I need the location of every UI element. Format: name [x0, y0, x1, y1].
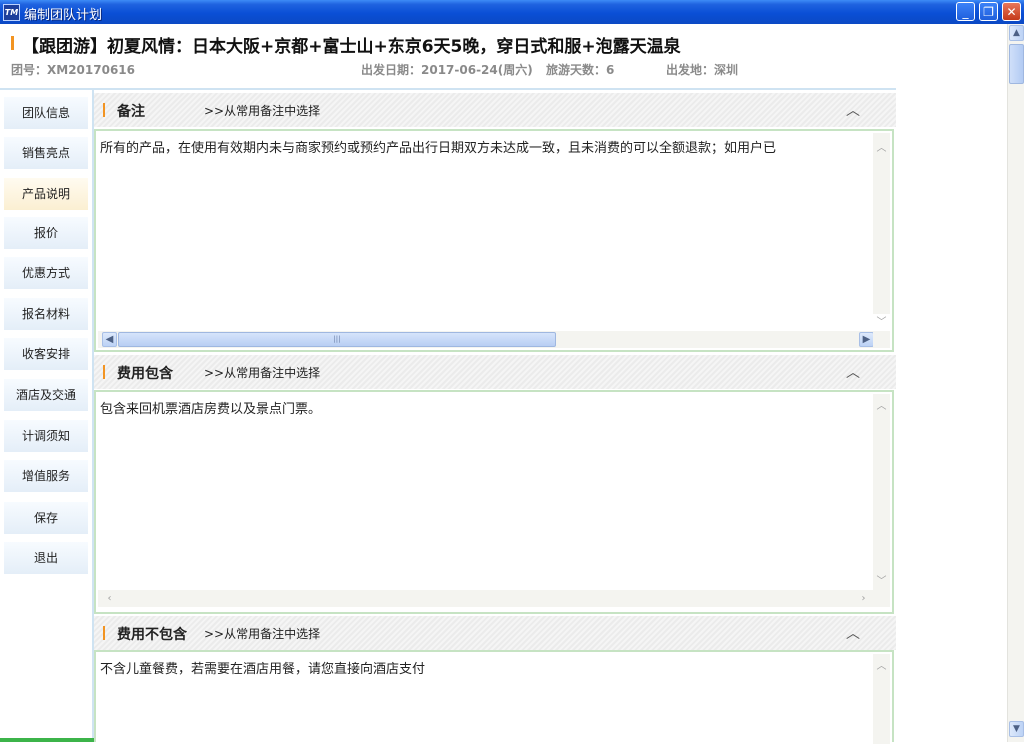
sidebar-item-signup-materials[interactable]: 报名材料 — [4, 298, 88, 330]
restore-button[interactable]: ❐ — [979, 2, 998, 21]
sidebar-nav: 团队信息 销售亮点 产品说明 报价 优惠方式 报名材料 收客安排 酒店及交通 计… — [0, 90, 92, 742]
choose-common-remark-link[interactable]: >>从常用备注中选择 — [204, 102, 320, 119]
section-accent-bar — [103, 626, 105, 640]
status-accent-bar — [0, 738, 94, 742]
textarea-vertical-scrollbar[interactable]: ︿ ﹀ — [873, 133, 890, 328]
scroll-down-icon[interactable]: ﹀ — [874, 574, 889, 589]
page-title: 【跟团游】初夏风情：日本大阪+京都+富士山+东京6天5晚，穿日式和服+泡露天温泉 — [22, 37, 681, 57]
scroll-down-icon[interactable]: ﹀ — [874, 315, 889, 330]
departure-date: 出发日期：2017-06-24(周六) — [361, 63, 533, 77]
section-header-remarks: 备注 >>从常用备注中选择 ︿ — [94, 93, 896, 127]
sidebar-item-customer-arrangement[interactable]: 收客安排 — [4, 338, 88, 370]
cost-included-textarea[interactable]: 包含来回机票酒店房费以及景点门票。 ︿ ﹀ ‹ › — [94, 390, 894, 614]
exit-button[interactable]: 退出 — [4, 542, 88, 574]
remarks-textarea[interactable]: 所有的产品，在使用有效期内未与商家预约或预约产品出行日期双方未达成一致，且未消费… — [94, 129, 894, 352]
departure-place: 出发地：深圳 — [666, 63, 739, 77]
scrollbar-thumb[interactable] — [1009, 44, 1024, 84]
scroll-up-icon[interactable]: ︿ — [874, 659, 889, 674]
scroll-left-icon[interactable]: ‹ — [102, 591, 117, 606]
sidebar-item-discount[interactable]: 优惠方式 — [4, 257, 88, 289]
plan-header: 【跟团游】初夏风情：日本大阪+京都+富士山+东京6天5晚，穿日式和服+泡露天温泉… — [0, 24, 1006, 90]
collapse-chevron-icon[interactable]: ︿ — [846, 623, 860, 643]
scrollbar-corner — [873, 331, 890, 348]
scroll-left-icon[interactable]: ◀ — [102, 332, 117, 347]
textarea-vertical-scrollbar[interactable]: ︿ — [873, 654, 890, 744]
section-header-cost-included: 费用包含 >>从常用备注中选择 ︿ — [94, 355, 896, 389]
sidebar-item-hotel-transport[interactable]: 酒店及交通 — [4, 379, 88, 411]
sidebar-item-team-info[interactable]: 团队信息 — [4, 97, 88, 129]
page-scrollbar[interactable]: ▲ ▼ — [1007, 24, 1024, 742]
scroll-up-icon[interactable]: ︿ — [874, 141, 889, 156]
collapse-chevron-icon[interactable]: ︿ — [846, 362, 860, 382]
section-title: 费用不包含 — [117, 627, 187, 643]
group-number: 团号：XM20170616 — [11, 63, 135, 77]
textarea-horizontal-scrollbar[interactable]: ‹ › — [98, 590, 875, 607]
section-header-cost-excluded: 费用不包含 >>从常用备注中选择 ︿ — [94, 616, 896, 650]
collapse-chevron-icon[interactable]: ︿ — [846, 100, 860, 120]
window-titlebar: TM 编制团队计划 _ ❐ ✕ — [0, 0, 1024, 24]
app-logo-icon: TM — [3, 4, 20, 21]
remarks-text: 所有的产品，在使用有效期内未与商家预约或预约产品出行日期双方未达成一致，且未消费… — [100, 141, 777, 156]
choose-common-remark-link[interactable]: >>从常用备注中选择 — [204, 625, 320, 642]
scroll-up-icon[interactable]: ▲ — [1009, 25, 1024, 41]
cost-excluded-textarea[interactable]: 不含儿童餐费，若需要在酒店用餐，请您直接向酒店支付 ︿ — [94, 650, 894, 744]
scroll-down-icon[interactable]: ▼ — [1009, 721, 1024, 737]
close-button[interactable]: ✕ — [1002, 2, 1021, 21]
section-title: 费用包含 — [117, 366, 173, 382]
section-title: 备注 — [117, 104, 145, 120]
scroll-up-icon[interactable]: ︿ — [874, 399, 889, 414]
save-button[interactable]: 保存 — [4, 502, 88, 534]
section-accent-bar — [103, 103, 105, 117]
textarea-vertical-scrollbar[interactable]: ︿ ﹀ — [873, 394, 890, 594]
sidebar-item-product-description[interactable]: 产品说明 — [4, 178, 88, 210]
minimize-button[interactable]: _ — [956, 2, 975, 21]
scrollbar-corner — [873, 590, 890, 607]
sidebar-item-quote[interactable]: 报价 — [4, 217, 88, 249]
cost-included-text: 包含来回机票酒店房费以及景点门票。 — [100, 402, 322, 417]
header-divider — [0, 88, 896, 90]
scroll-right-icon[interactable]: ▶ — [859, 332, 874, 347]
choose-common-remark-link[interactable]: >>从常用备注中选择 — [204, 364, 320, 381]
textarea-horizontal-scrollbar[interactable]: ◀ ||| ▶ — [98, 331, 875, 348]
sidebar-item-value-added[interactable]: 增值服务 — [4, 460, 88, 492]
sidebar-item-operator-notes[interactable]: 计调须知 — [4, 420, 88, 452]
title-accent-bar — [11, 36, 14, 50]
window-title: 编制团队计划 — [24, 8, 103, 23]
sidebar-item-sales-highlights[interactable]: 销售亮点 — [4, 137, 88, 169]
cost-excluded-text: 不含儿童餐费，若需要在酒店用餐，请您直接向酒店支付 — [100, 662, 426, 677]
scrollbar-thumb[interactable]: ||| — [118, 332, 556, 347]
section-accent-bar — [103, 365, 105, 379]
travel-days: 旅游天数：6 — [546, 63, 615, 77]
scroll-right-icon[interactable]: › — [856, 591, 871, 606]
